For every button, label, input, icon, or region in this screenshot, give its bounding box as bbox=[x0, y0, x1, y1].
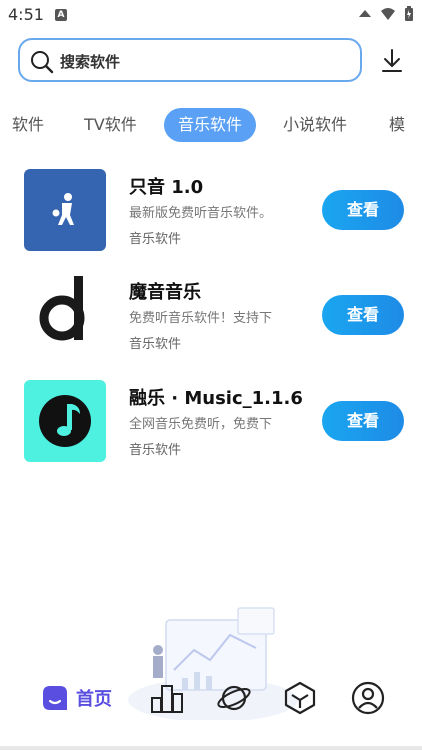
app-icon bbox=[24, 169, 106, 251]
battery-icon bbox=[405, 6, 413, 21]
app-description: 全网音乐免费听，免费下 bbox=[129, 417, 273, 432]
search-icon bbox=[31, 51, 54, 74]
tab-software[interactable]: 软件 bbox=[12, 108, 44, 142]
list-item[interactable]: 魔音音乐 免费听音乐软件！支持下 音乐软件 查看 bbox=[0, 274, 422, 364]
download-icon[interactable] bbox=[380, 48, 404, 74]
status-bar: 4:51 A bbox=[0, 0, 422, 30]
search-placeholder: 搜索软件 bbox=[60, 53, 121, 71]
app-category: 音乐软件 bbox=[129, 337, 182, 352]
nav-box[interactable] bbox=[284, 680, 316, 716]
app-title: 魔音音乐 bbox=[129, 282, 201, 303]
basketball-player-icon bbox=[52, 193, 74, 225]
view-button[interactable]: 查看 bbox=[322, 295, 404, 335]
nav-ranking[interactable] bbox=[150, 680, 184, 716]
planet-icon bbox=[217, 685, 251, 711]
tab-more[interactable]: 模 bbox=[389, 108, 405, 142]
signal-icon bbox=[359, 10, 371, 17]
profile-icon bbox=[351, 681, 385, 715]
home-icon bbox=[43, 686, 67, 710]
nav-profile[interactable] bbox=[351, 680, 385, 716]
app-category: 音乐软件 bbox=[129, 232, 182, 247]
list-item[interactable]: 融乐 · Music_1.1.6 全网音乐免费听，免费下 音乐软件 查看 bbox=[0, 380, 422, 470]
tab-music-software[interactable]: 音乐软件 bbox=[164, 108, 257, 142]
nav-home[interactable]: 首页 bbox=[40, 680, 112, 716]
app-title: 融乐 · Music_1.1.6 bbox=[129, 388, 303, 409]
search-input[interactable]: 搜索软件 bbox=[18, 38, 362, 82]
list-item[interactable]: 只音 1.0 最新版免费听音乐软件。 音乐软件 查看 bbox=[0, 169, 422, 259]
search-row: 搜索软件 bbox=[0, 38, 422, 84]
app-icon bbox=[24, 274, 106, 356]
gesture-bar bbox=[0, 746, 422, 750]
view-button[interactable]: 查看 bbox=[322, 190, 404, 230]
music-note-icon bbox=[39, 395, 91, 447]
wifi-icon bbox=[381, 8, 395, 20]
letter-d-icon bbox=[39, 276, 85, 341]
ranking-icon bbox=[151, 685, 183, 713]
nav-discover[interactable] bbox=[216, 680, 252, 716]
bottom-nav: 首页 bbox=[0, 670, 422, 730]
nav-home-label: 首页 bbox=[76, 689, 112, 710]
tab-tv-software[interactable]: TV软件 bbox=[84, 108, 137, 142]
notification-icon: A bbox=[55, 9, 67, 21]
view-button[interactable]: 查看 bbox=[322, 401, 404, 441]
tab-novel-software[interactable]: 小说软件 bbox=[283, 108, 347, 142]
app-description: 免费听音乐软件！支持下 bbox=[129, 311, 273, 326]
app-title: 只音 1.0 bbox=[129, 177, 204, 198]
app-description: 最新版免费听音乐软件。 bbox=[129, 206, 273, 221]
category-tabs: 软件 TV软件 音乐软件 小说软件 模 bbox=[0, 106, 422, 144]
status-icons bbox=[358, 6, 414, 22]
app-icon bbox=[24, 380, 106, 462]
status-time: 4:51 bbox=[8, 5, 44, 24]
cube-icon bbox=[284, 681, 316, 715]
app-category: 音乐软件 bbox=[129, 443, 182, 458]
